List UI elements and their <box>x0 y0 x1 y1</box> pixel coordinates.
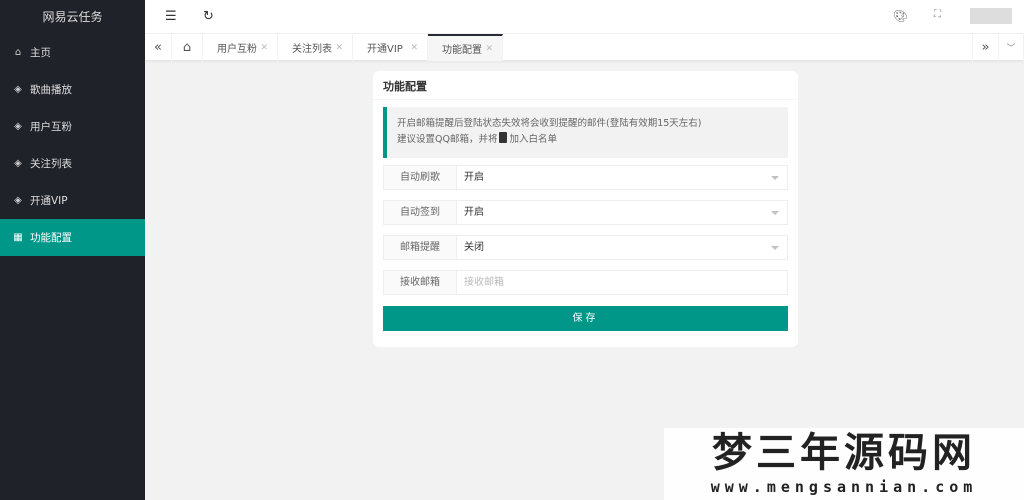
tab-label: 用户互粉 <box>217 44 257 55</box>
select-value: 开启 <box>464 207 484 218</box>
caret-down-icon <box>771 211 779 219</box>
watermark-url: www.mengsannian.com <box>710 478 978 496</box>
sidebar-item-label: 开通VIP <box>30 195 68 207</box>
input-placeholder: 接收邮箱 <box>464 277 504 288</box>
sidebar-item-mutual-follow[interactable]: ◈ 用户互粉 <box>0 108 145 145</box>
watermark: 梦三年源码网 www.mengsannian.com <box>664 428 1024 500</box>
card-title: 功能配置 <box>373 71 798 100</box>
close-icon[interactable]: ✕ <box>260 43 268 53</box>
menu-toggle-icon[interactable]: ☰ <box>165 9 177 24</box>
tabs-menu-chevron-down-icon[interactable]: ﹀ <box>999 34 1024 61</box>
note-text: 加入白名单 <box>509 134 557 145</box>
tab-home-icon[interactable]: ⌂ <box>172 34 203 61</box>
email-reminder-field: 邮箱提醒 关闭 <box>383 235 788 260</box>
field-label: 自动刷歌 <box>384 166 457 189</box>
tab-follow-list[interactable]: 关注列表 ✕ <box>278 34 353 61</box>
theme-palette-icon[interactable]: 🎨︎ <box>893 9 908 23</box>
select-value: 关闭 <box>464 242 484 253</box>
caret-down-icon <box>771 246 779 254</box>
tab-bar: « ⌂ 用户互粉 ✕ 关注列表 ✕ 开通VIP ✕ 功能配置 ✕ » ﹀ <box>145 34 1024 61</box>
sidebar-item-label: 功能配置 <box>30 232 72 244</box>
diamond-icon: ◈ <box>14 121 22 132</box>
app-title: 网易云任务 <box>42 10 103 24</box>
sidebar-item-home[interactable]: ⌂ 主页 <box>0 34 145 71</box>
redacted-mark <box>499 132 508 143</box>
top-bar: ☰ ↻ 🎨︎ ⛶ <box>145 0 1024 34</box>
sidebar-item-label: 歌曲播放 <box>30 84 72 96</box>
refresh-icon[interactable]: ↻ <box>203 9 214 24</box>
sidebar-item-label: 关注列表 <box>30 158 72 170</box>
auto-play-field: 自动刷歌 开启 <box>383 165 788 190</box>
caret-down-icon <box>771 176 779 184</box>
field-label: 邮箱提醒 <box>384 236 457 259</box>
close-icon[interactable]: ✕ <box>410 43 418 53</box>
email-reminder-select[interactable]: 关闭 <box>457 236 787 259</box>
auto-play-select[interactable]: 开启 <box>457 166 787 189</box>
receive-email-input[interactable]: 接收邮箱 <box>457 271 787 294</box>
home-icon: ⌂ <box>14 47 22 58</box>
field-label: 自动签到 <box>384 201 457 224</box>
watermark-title: 梦三年源码网 <box>712 429 976 476</box>
sidebar-item-song-play[interactable]: ◈ 歌曲播放 <box>0 71 145 108</box>
tab-vip[interactable]: 开通VIP ✕ <box>353 34 428 61</box>
note-text: 建议设置QQ邮箱，并将 <box>397 134 498 145</box>
close-icon[interactable]: ✕ <box>485 44 493 54</box>
tabs-scroll-left-icon[interactable]: « <box>145 34 172 61</box>
close-icon[interactable]: ✕ <box>335 43 343 53</box>
sidebar: 网易云任务 ⌂ 主页 ◈ 歌曲播放 ◈ 用户互粉 ◈ 关注列表 ◈ 开通VIP ▦ 功能配置 <box>0 0 145 500</box>
sidebar-item-vip[interactable]: ◈ 开通VIP <box>0 182 145 219</box>
sidebar-item-follow-list[interactable]: ◈ 关注列表 <box>0 145 145 182</box>
fullscreen-icon[interactable]: ⛶ <box>934 9 941 20</box>
settings-card: 功能配置 开启邮箱提醒后登陆状态失效将会收到提醒的邮件(登陆有效期15天左右) … <box>373 71 798 347</box>
diamond-icon: ◈ <box>14 195 22 206</box>
apps-icon: ▦ <box>13 232 23 243</box>
tab-label: 关注列表 <box>292 44 332 55</box>
save-button[interactable]: 保存 <box>383 306 788 331</box>
tab-settings[interactable]: 功能配置 ✕ <box>428 34 503 61</box>
info-note: 开启邮箱提醒后登陆状态失效将会收到提醒的邮件(登陆有效期15天左右) 建议设置Q… <box>383 107 788 158</box>
sidebar-item-label: 用户互粉 <box>30 121 72 133</box>
field-label: 接收邮箱 <box>384 271 457 294</box>
note-line: 建议设置QQ邮箱，并将 加入白名单 <box>397 132 778 148</box>
select-value: 开启 <box>464 172 484 183</box>
tab-mutual-follow[interactable]: 用户互粉 ✕ <box>203 34 278 61</box>
receive-email-field: 接收邮箱 接收邮箱 <box>383 270 788 295</box>
diamond-icon: ◈ <box>14 158 22 169</box>
sidebar-item-label: 主页 <box>30 47 51 59</box>
diamond-icon: ◈ <box>14 84 22 95</box>
tab-label: 开通VIP <box>367 44 403 55</box>
user-avatar[interactable] <box>970 8 1012 24</box>
sidebar-item-settings[interactable]: ▦ 功能配置 <box>0 219 145 256</box>
tab-label: 功能配置 <box>442 45 482 56</box>
tabs-scroll-right-icon[interactable]: » <box>972 34 999 61</box>
auto-sign-field: 自动签到 开启 <box>383 200 788 225</box>
auto-sign-select[interactable]: 开启 <box>457 201 787 224</box>
note-line: 开启邮箱提醒后登陆状态失效将会收到提醒的邮件(登陆有效期15天左右) <box>397 118 702 129</box>
